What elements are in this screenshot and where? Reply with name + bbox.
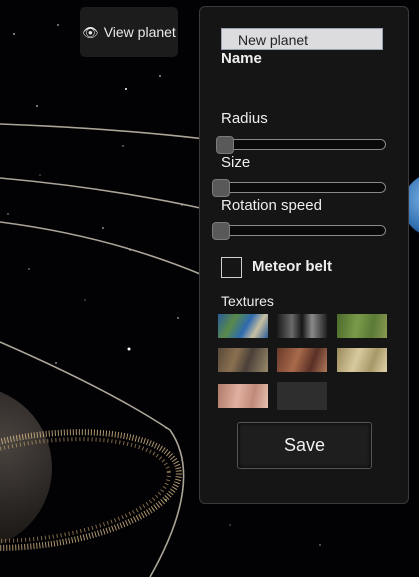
radius-slider-thumb[interactable] bbox=[216, 136, 234, 154]
view-planet-button[interactable]: 👁 View planet bbox=[80, 7, 178, 57]
radius-slider[interactable] bbox=[216, 136, 386, 154]
moon-texture[interactable] bbox=[277, 314, 327, 338]
radius-slider-track[interactable] bbox=[216, 139, 386, 150]
rotation-speed-slider-track[interactable] bbox=[216, 225, 386, 236]
green-texture[interactable] bbox=[337, 314, 387, 338]
size-label: Size bbox=[221, 154, 251, 171]
textures-label: Textures bbox=[221, 293, 274, 309]
mars-texture[interactable] bbox=[277, 348, 327, 372]
gray-planet[interactable] bbox=[0, 386, 52, 550]
size-slider-track[interactable] bbox=[216, 182, 386, 193]
size-slider-thumb[interactable] bbox=[212, 179, 230, 197]
rotation-speed-slider[interactable] bbox=[212, 222, 386, 240]
meteor-belt-checkbox[interactable] bbox=[221, 257, 242, 278]
planet-name-input[interactable] bbox=[221, 28, 383, 50]
planet-editor-panel: Name Radius Size Rotation speed Meteor b… bbox=[199, 6, 409, 504]
pink-texture[interactable] bbox=[218, 384, 268, 408]
dark-texture[interactable] bbox=[277, 382, 327, 410]
earth-texture[interactable] bbox=[218, 314, 268, 338]
rotation-speed-slider-thumb[interactable] bbox=[212, 222, 230, 240]
rocky-texture[interactable] bbox=[218, 348, 268, 372]
meteor-belt-label: Meteor belt bbox=[252, 258, 333, 275]
radius-label: Radius bbox=[221, 110, 268, 127]
eye-icon: 👁 bbox=[82, 24, 99, 40]
size-slider[interactable] bbox=[212, 179, 386, 197]
rotation-speed-label: Rotation speed bbox=[221, 197, 322, 214]
sand-texture[interactable] bbox=[337, 348, 387, 372]
save-button[interactable]: Save bbox=[237, 422, 372, 469]
name-label: Name bbox=[221, 50, 262, 67]
view-planet-label: View planet bbox=[103, 24, 176, 40]
